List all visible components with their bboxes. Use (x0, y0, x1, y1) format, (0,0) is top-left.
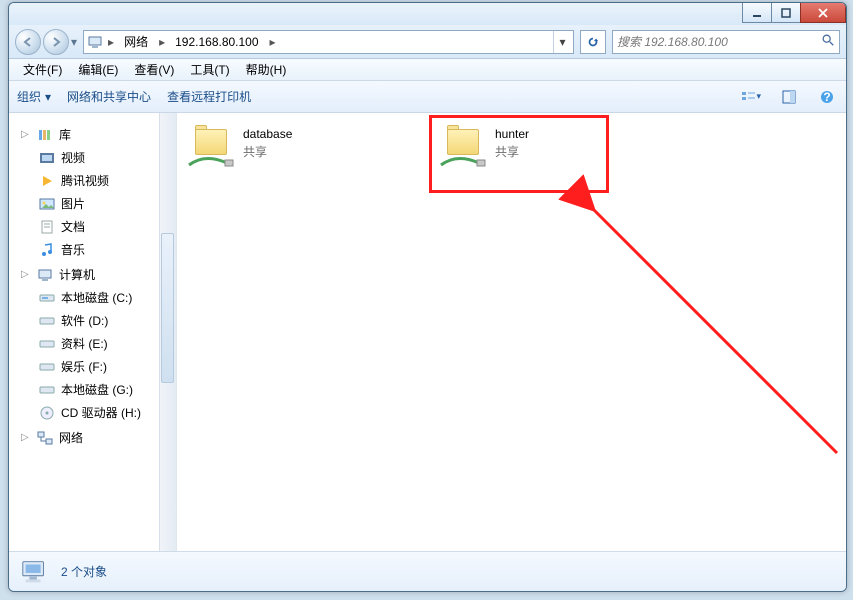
expand-icon[interactable]: ▷ (21, 129, 31, 140)
shared-folder-icon (187, 127, 235, 171)
tree-libraries[interactable]: ▷ 库 (17, 123, 176, 146)
drive-icon (39, 359, 55, 375)
address-dropdown-icon[interactable]: ▾ (553, 31, 571, 53)
video-icon (39, 150, 55, 166)
drive-icon (39, 313, 55, 329)
history-dropdown-icon[interactable]: ▾ (71, 35, 77, 49)
tree-network[interactable]: ▷ 网络 (17, 426, 176, 449)
search-input[interactable]: 搜索 192.168.80.100 (612, 30, 840, 54)
libraries-icon (37, 127, 53, 143)
tree-item-tencent-video[interactable]: 腾讯视频 (17, 169, 176, 192)
tencent-video-icon (39, 173, 55, 189)
refresh-button[interactable] (580, 30, 606, 54)
breadcrumb-host[interactable]: 192.168.80.100 (169, 31, 265, 53)
tree-item-videos[interactable]: 视频 (17, 146, 176, 169)
search-icon (821, 33, 835, 50)
preview-pane-button[interactable] (778, 86, 800, 108)
network-center-button[interactable]: 网络和共享中心 (67, 88, 151, 105)
computer-icon (86, 34, 104, 50)
music-icon (39, 242, 55, 258)
forward-button[interactable] (43, 29, 69, 55)
annotation-arrow (437, 153, 847, 483)
status-text: 2 个对象 (61, 563, 107, 580)
svg-text:?: ? (823, 90, 830, 104)
tree-item-pictures[interactable]: 图片 (17, 192, 176, 215)
sidebar-scrollbar[interactable] (159, 113, 176, 551)
tree-item-drive-e[interactable]: 资料 (E:) (17, 332, 176, 355)
view-printers-button[interactable]: 查看远程打印机 (167, 88, 251, 105)
item-subtitle: 共享 (243, 143, 292, 160)
menu-edit[interactable]: 编辑(E) (70, 59, 126, 80)
tree-item-cd-drive[interactable]: CD 驱动器 (H:) (17, 401, 176, 424)
shared-folder-icon (439, 127, 487, 171)
help-button[interactable]: ? (816, 86, 838, 108)
maximize-button[interactable] (771, 3, 801, 23)
navigation-row: ▾ ▸ 网络 ▸ 192.168.80.100 ▸ ▾ 搜索 192.168.8… (9, 25, 846, 59)
pictures-icon (39, 196, 55, 212)
tree-item-drive-c[interactable]: 本地磁盘 (C:) (17, 286, 176, 309)
tree-item-drive-f[interactable]: 娱乐 (F:) (17, 355, 176, 378)
drive-icon (39, 382, 55, 398)
computer-icon (37, 267, 53, 283)
expand-icon[interactable]: ▷ (21, 269, 31, 280)
navigation-pane: ▷ 库 视频 腾讯视频 图片 文档 音乐 (9, 113, 177, 551)
chevron-right-icon[interactable]: ▸ (266, 35, 280, 49)
expand-icon[interactable]: ▷ (21, 432, 31, 443)
address-bar[interactable]: ▸ 网络 ▸ 192.168.80.100 ▸ ▾ (83, 30, 574, 54)
menu-help[interactable]: 帮助(H) (238, 59, 295, 80)
chevron-right-icon[interactable]: ▸ (104, 35, 118, 49)
drive-icon (39, 336, 55, 352)
scrollbar-thumb[interactable] (161, 233, 174, 383)
menu-view[interactable]: 查看(V) (126, 59, 182, 80)
chevron-right-icon[interactable]: ▸ (155, 35, 169, 49)
item-subtitle: 共享 (495, 143, 529, 160)
back-button[interactable] (15, 29, 41, 55)
tree-item-drive-d[interactable]: 软件 (D:) (17, 309, 176, 332)
explorer-window: ▾ ▸ 网络 ▸ 192.168.80.100 ▸ ▾ 搜索 192.168.8… (8, 2, 847, 592)
close-button[interactable] (800, 3, 846, 23)
tree-computer[interactable]: ▷ 计算机 (17, 263, 176, 286)
tree-item-documents[interactable]: 文档 (17, 215, 176, 238)
breadcrumb-network[interactable]: 网络 (118, 31, 155, 53)
chevron-down-icon: ▾ (45, 90, 51, 104)
share-item-database[interactable]: database 共享 (185, 125, 415, 173)
status-computer-icon (19, 556, 51, 588)
drive-icon (39, 290, 55, 306)
organize-button[interactable]: 组织 ▾ (17, 88, 51, 105)
status-bar: 2 个对象 (9, 551, 846, 591)
view-options-button[interactable]: ▾ (740, 86, 762, 108)
documents-icon (39, 219, 55, 235)
command-bar: 组织 ▾ 网络和共享中心 查看远程打印机 ▾ ? (9, 81, 846, 113)
menu-file[interactable]: 文件(F) (15, 59, 70, 80)
network-icon (37, 430, 53, 446)
item-name: database (243, 127, 292, 141)
item-name: hunter (495, 127, 529, 141)
minimize-button[interactable] (742, 3, 772, 23)
menu-tools[interactable]: 工具(T) (182, 59, 237, 80)
cd-drive-icon (39, 405, 55, 421)
share-item-hunter[interactable]: hunter 共享 (437, 125, 667, 173)
titlebar (9, 3, 846, 25)
content-pane[interactable]: database 共享 hunter 共享 (177, 113, 846, 551)
search-placeholder: 搜索 192.168.80.100 (617, 33, 728, 50)
tree-item-music[interactable]: 音乐 (17, 238, 176, 261)
menu-bar: 文件(F) 编辑(E) 查看(V) 工具(T) 帮助(H) (9, 59, 846, 81)
tree-item-drive-g[interactable]: 本地磁盘 (G:) (17, 378, 176, 401)
